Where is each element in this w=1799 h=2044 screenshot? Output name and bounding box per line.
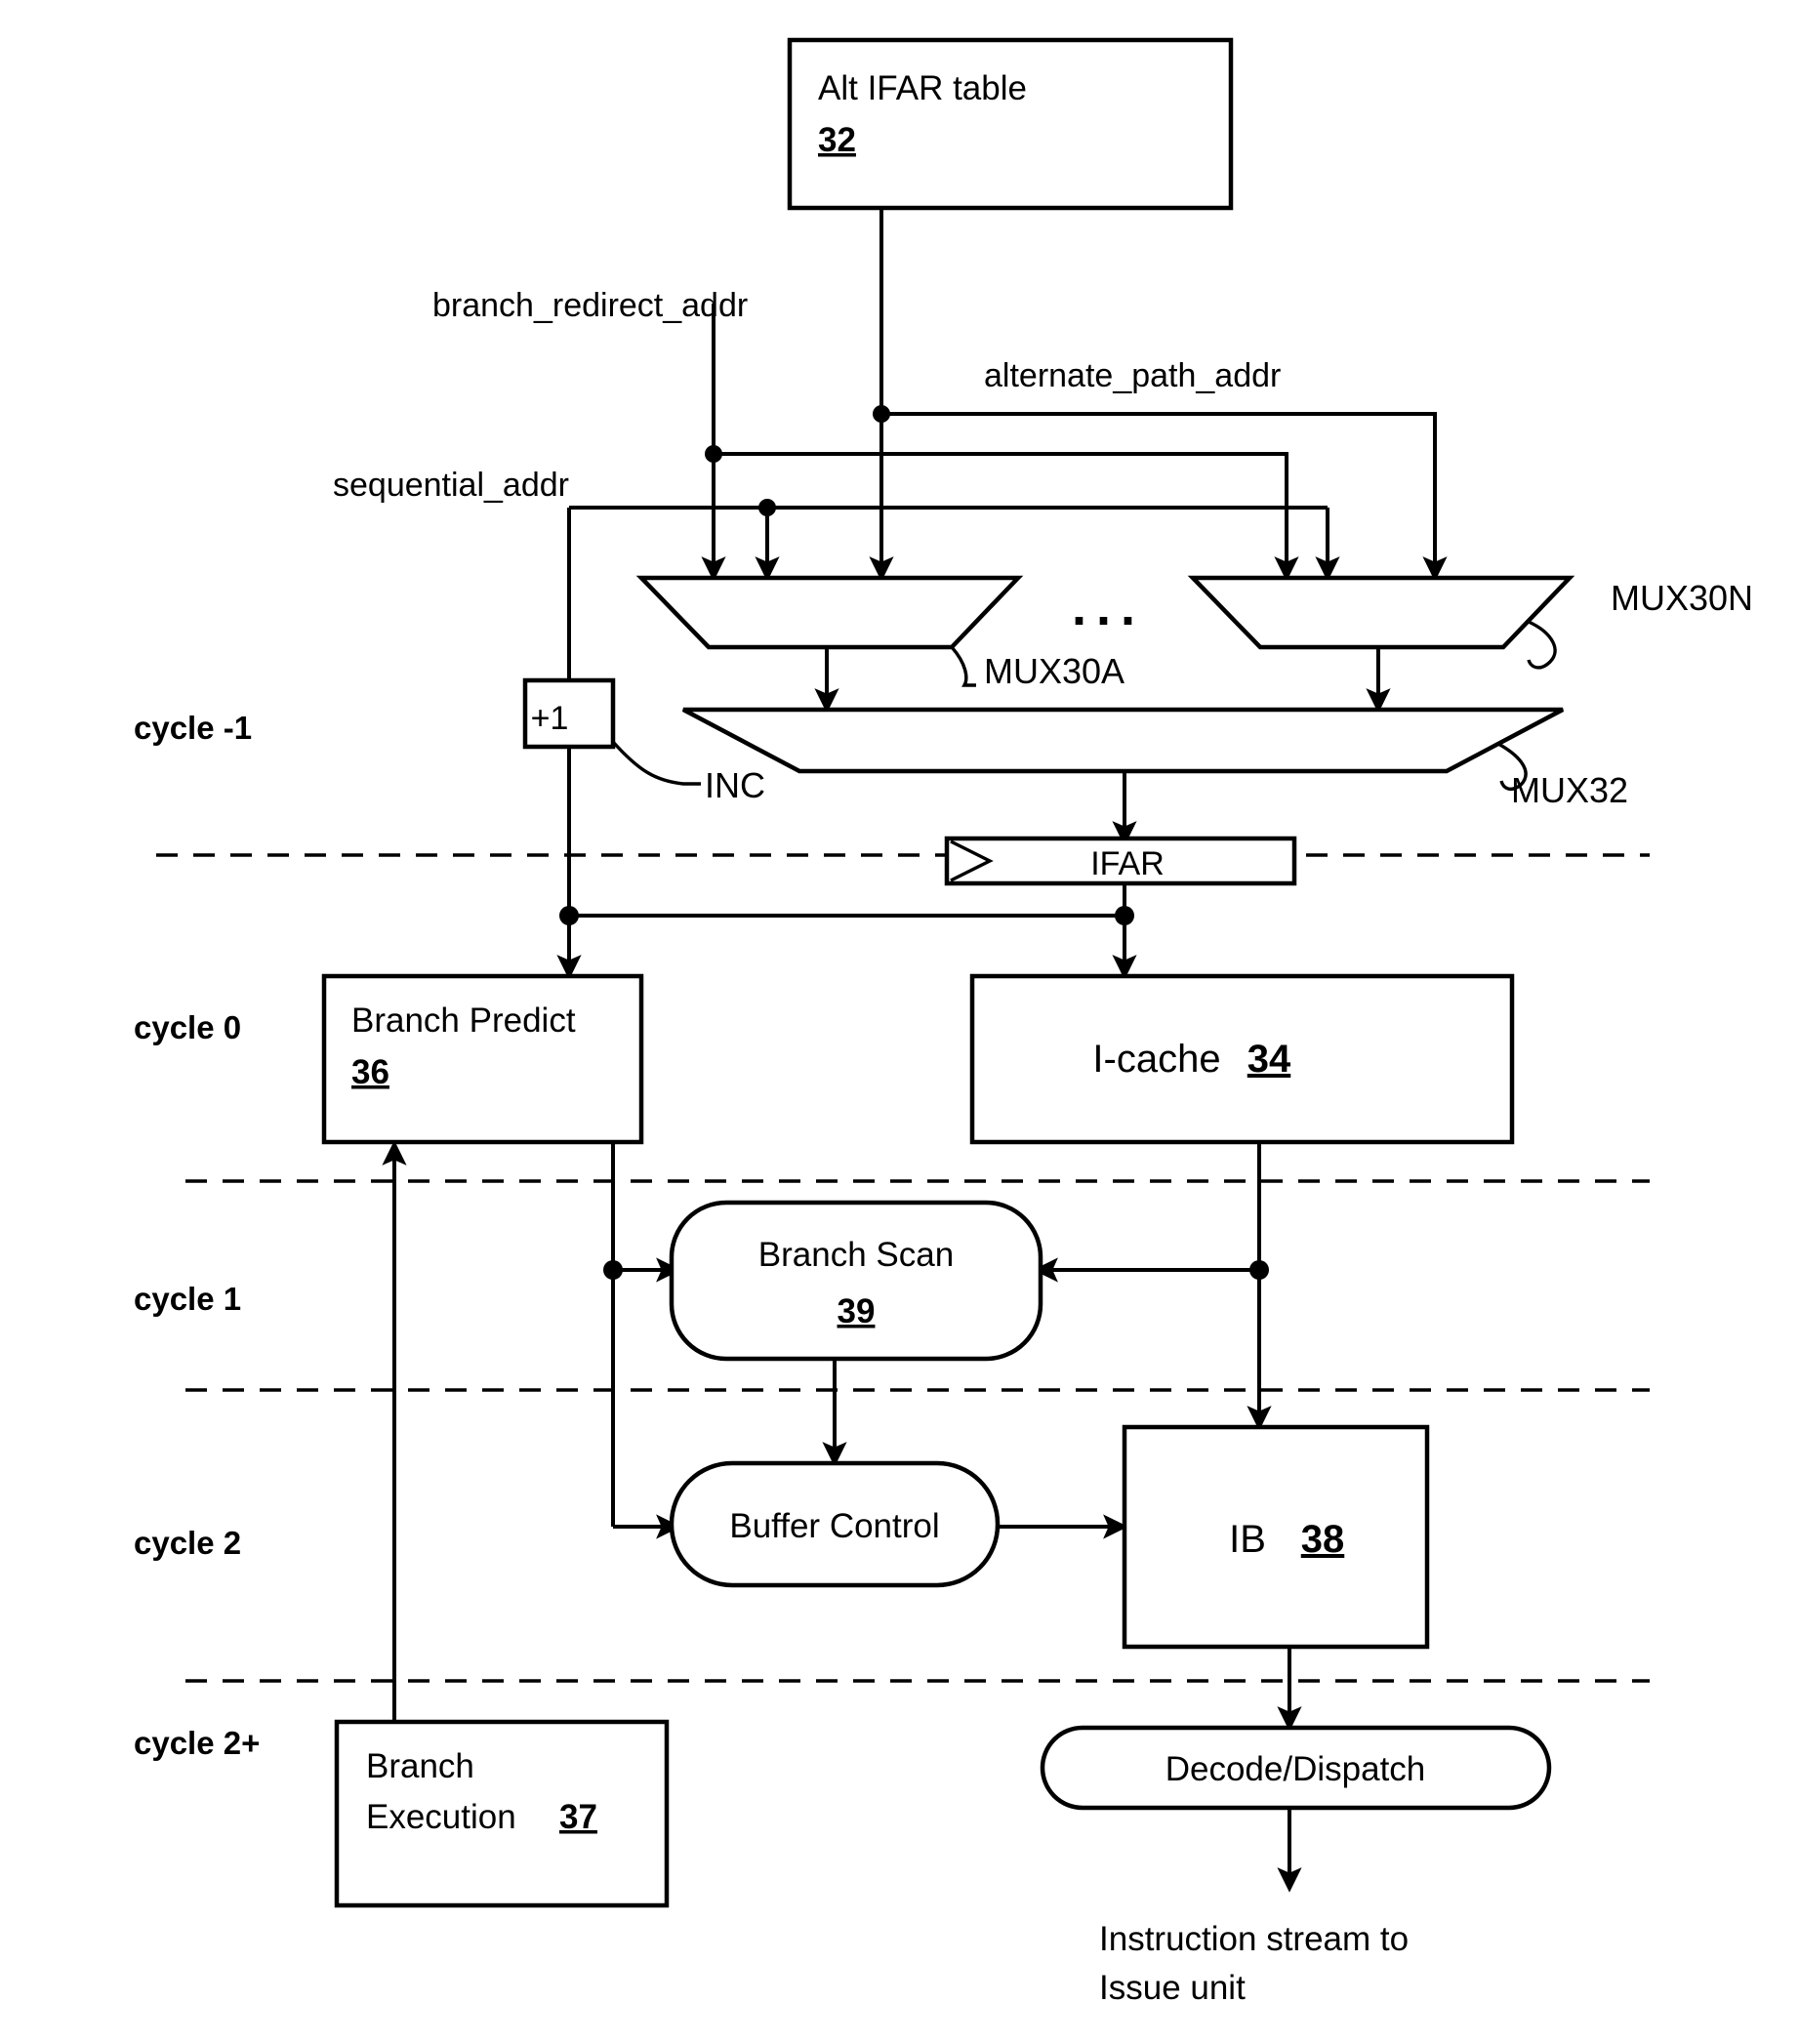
- mux30n-shape[interactable]: [1187, 575, 1575, 650]
- signal-sequential-addr-label: sequential_addr: [333, 467, 569, 504]
- mux32-shape[interactable]: [681, 707, 1565, 774]
- mux30n-label: MUX30N: [1611, 578, 1753, 618]
- icache-box[interactable]: [969, 973, 1515, 1145]
- alt-ifar-table-ref: 32: [818, 121, 856, 159]
- alt-ifar-table-label: Alt IFAR table: [818, 69, 1027, 107]
- cycle-label-1: cycle 1: [134, 1281, 241, 1317]
- junction-icache-out: [1249, 1260, 1269, 1280]
- cycle-label-2: cycle 2: [134, 1525, 241, 1561]
- branch-execution-ref: 37: [559, 1798, 597, 1836]
- mux30a-leader-line: [950, 645, 976, 687]
- wire-branch-redirect-to-mux30n: [714, 452, 1288, 574]
- junction-branchpredict-out: [603, 1260, 623, 1280]
- mux30n-leader-line: [1527, 620, 1557, 670]
- branch-execution-label-line1: Branch: [366, 1747, 474, 1785]
- cycle-label-2plus: cycle 2+: [134, 1725, 260, 1761]
- instruction-buffer-ref: 38: [1301, 1518, 1345, 1561]
- wire-alternate-path-bus: [881, 412, 1437, 574]
- mux-ellipsis: ...: [1072, 578, 1145, 636]
- mux30a-shape[interactable]: [635, 575, 1024, 650]
- branch-execution-label-line2: Execution: [366, 1798, 516, 1836]
- icache-label: I-cache: [1092, 1038, 1220, 1081]
- junction-sequential: [758, 499, 776, 516]
- cycle-label-0: cycle 0: [134, 1009, 241, 1045]
- branch-scan-box[interactable]: [669, 1200, 1043, 1362]
- junction-ifar-output: [1115, 906, 1134, 925]
- signal-branch-redirect-addr-label: branch_redirect_addr: [432, 287, 748, 324]
- junction-branch-redirect: [705, 445, 722, 463]
- junction-inc-output: [559, 906, 579, 925]
- diagram-svg: Alt IFAR table 32 branch_redirect_addr a…: [134, 37, 1753, 2007]
- cycle-label-minus-1: cycle -1: [134, 710, 252, 746]
- mux30a-label: MUX30A: [984, 651, 1124, 691]
- branch-scan-label: Branch Scan: [758, 1236, 954, 1274]
- signal-alternate-path-addr-label: alternate_path_addr: [984, 357, 1281, 394]
- branch-scan-ref: 39: [838, 1292, 876, 1330]
- inc-leader-line: [611, 740, 701, 786]
- branch-predict-ref: 36: [351, 1053, 389, 1091]
- incrementer-label: +1: [531, 700, 569, 737]
- buffer-control-label: Buffer Control: [729, 1507, 939, 1545]
- icache-ref: 34: [1247, 1038, 1291, 1081]
- instruction-buffer-label: IB: [1229, 1518, 1266, 1561]
- mux32-label: MUX32: [1511, 770, 1628, 810]
- footer-line2: Issue unit: [1099, 1969, 1246, 2007]
- figure-canvas: Alt IFAR table 32 branch_redirect_addr a…: [0, 0, 1799, 2044]
- instruction-buffer-box[interactable]: [1122, 1424, 1430, 1650]
- inc-tag-label: INC: [705, 765, 765, 805]
- decode-dispatch-label: Decode/Dispatch: [1165, 1750, 1426, 1788]
- ifar-register-label: IFAR: [1090, 845, 1165, 882]
- footer-line1: Instruction stream to: [1099, 1920, 1409, 1958]
- branch-predict-label: Branch Predict: [351, 1002, 576, 1040]
- junction-alternate-path: [873, 405, 890, 423]
